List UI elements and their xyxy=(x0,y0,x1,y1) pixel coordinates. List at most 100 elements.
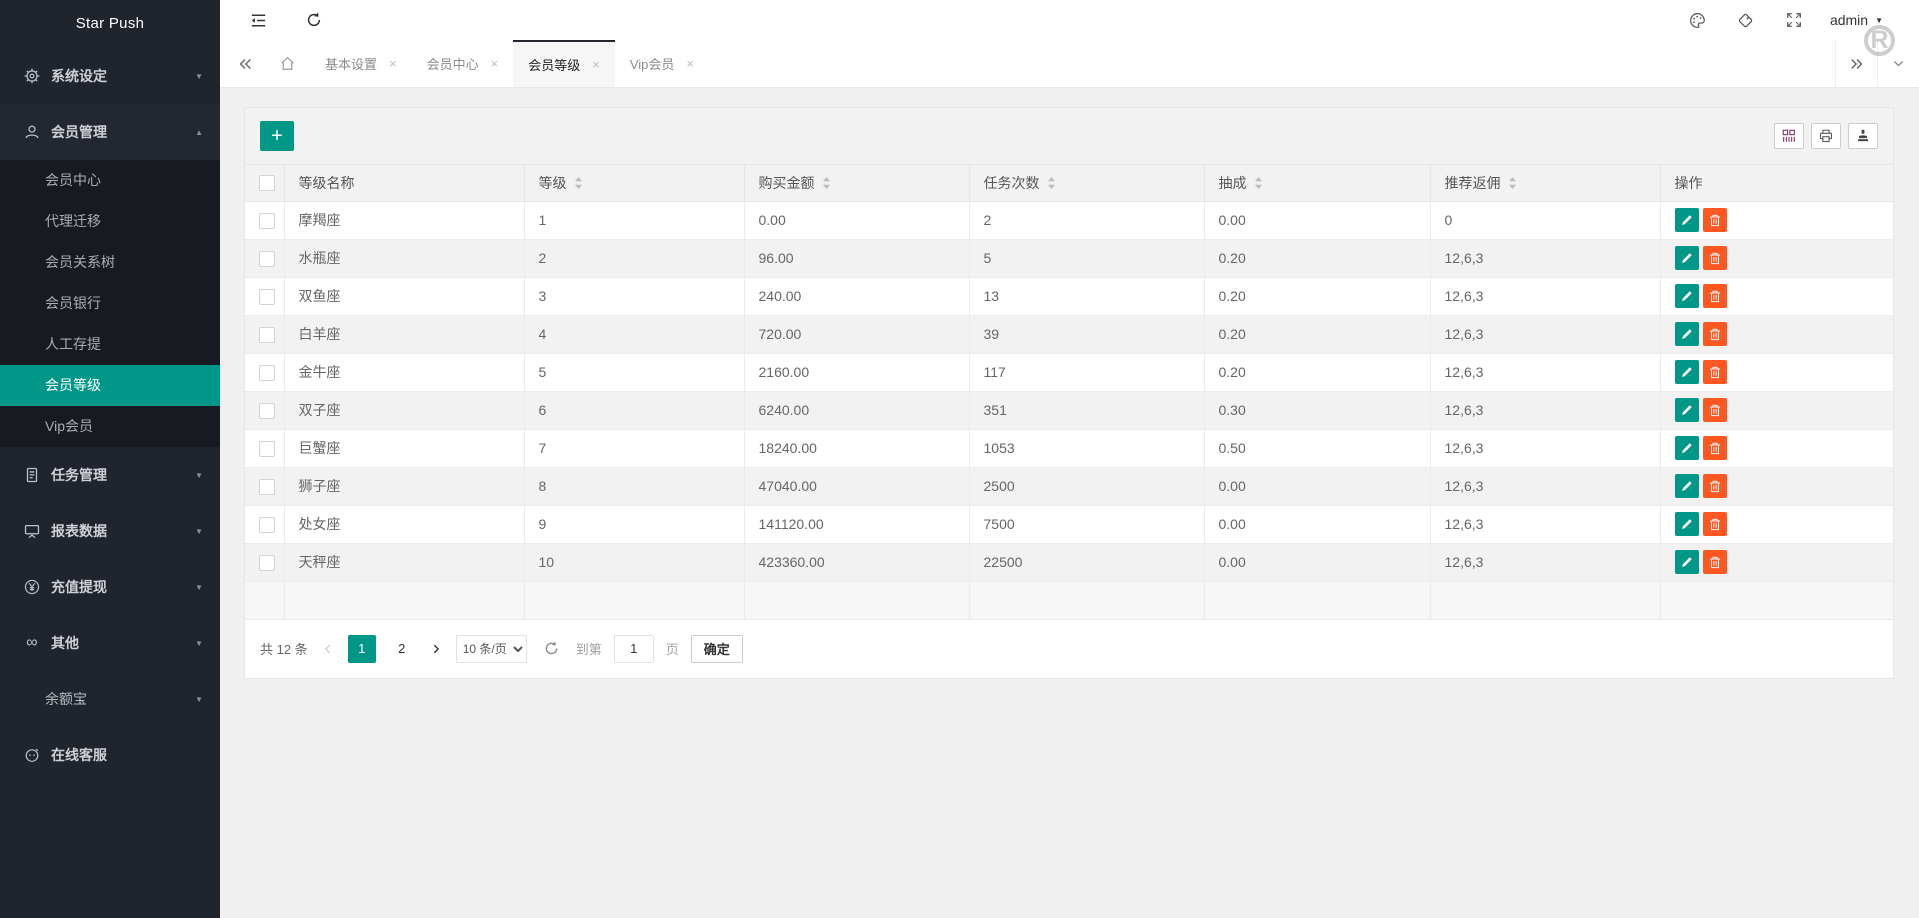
table-row: 摩羯座10.0020.000 xyxy=(245,201,1893,239)
yen-circle-icon xyxy=(22,577,42,597)
chevron-up-icon: ▲ xyxy=(195,128,203,137)
delete-button[interactable] xyxy=(1703,322,1727,346)
tabs-scroll-left-button[interactable] xyxy=(226,40,264,87)
pagination-refresh-icon[interactable] xyxy=(543,640,560,657)
edit-button[interactable] xyxy=(1675,360,1699,384)
sidebar-item-deposit-withdraw[interactable]: 充值提现 ▼ xyxy=(0,559,220,615)
edit-button[interactable] xyxy=(1675,208,1699,232)
page-button-1[interactable]: 1 xyxy=(348,635,376,663)
row-checkbox[interactable] xyxy=(259,479,275,495)
tab-label: Vip会员 xyxy=(630,54,675,73)
theme-palette-icon[interactable] xyxy=(1688,10,1708,30)
chevron-down-icon: ▼ xyxy=(195,695,203,704)
sidebar-item-manual-deposit[interactable]: 人工存提 xyxy=(0,324,220,365)
sidebar-item-system-settings[interactable]: 系统设定 ▼ xyxy=(0,48,220,104)
sidebar-item-member-management[interactable]: 会员管理 ▲ xyxy=(0,104,220,160)
edit-button[interactable] xyxy=(1675,246,1699,270)
delete-button[interactable] xyxy=(1703,284,1727,308)
sidebar-item-agent-migration[interactable]: 代理迁移 xyxy=(0,201,220,242)
edit-button[interactable] xyxy=(1675,436,1699,460)
row-checkbox[interactable] xyxy=(259,213,275,229)
close-icon[interactable]: × xyxy=(592,58,600,71)
export-button[interactable] xyxy=(1848,123,1878,149)
row-checkbox[interactable] xyxy=(259,289,275,305)
sidebar-item-label: 系统设定 xyxy=(51,66,107,86)
sidebar-item-label: 任务管理 xyxy=(51,465,107,485)
select-all-checkbox[interactable] xyxy=(259,175,275,191)
home-icon[interactable] xyxy=(264,40,310,87)
sort-icon xyxy=(1254,176,1263,190)
column-header-name: 等级名称 xyxy=(299,173,355,193)
trash-icon xyxy=(1709,252,1721,265)
tab-label: 会员中心 xyxy=(427,54,479,73)
edit-button[interactable] xyxy=(1675,322,1699,346)
sidebar-item-label: 其他 xyxy=(51,633,79,653)
close-icon[interactable]: × xyxy=(491,57,499,70)
prev-page-button[interactable] xyxy=(320,643,336,655)
edit-button[interactable] xyxy=(1675,474,1699,498)
sidebar-item-task-management[interactable]: 任务管理 ▼ xyxy=(0,447,220,503)
user-menu[interactable]: admin ▼ xyxy=(1830,12,1883,28)
row-checkbox[interactable] xyxy=(259,441,275,457)
content-area: + xyxy=(220,88,1919,918)
edit-button[interactable] xyxy=(1675,284,1699,308)
sidebar-item-member-bank[interactable]: 会员银行 xyxy=(0,283,220,324)
sidebar-item-member-level[interactable]: 会员等级 xyxy=(0,365,220,406)
username-label: admin xyxy=(1830,12,1868,28)
table-row-empty xyxy=(245,581,1893,619)
tab-member-center[interactable]: 会员中心 × xyxy=(412,40,514,87)
goto-page-input[interactable] xyxy=(614,635,654,663)
app-logo: Star Push xyxy=(0,0,220,48)
sidebar-item-member-tree[interactable]: 会员关系树 xyxy=(0,242,220,283)
pencil-icon xyxy=(1681,328,1693,340)
next-page-button[interactable] xyxy=(428,643,444,655)
tab-member-level[interactable]: 会员等级 × xyxy=(513,40,615,87)
edit-button[interactable] xyxy=(1675,550,1699,574)
delete-button[interactable] xyxy=(1703,550,1727,574)
tag-icon[interactable] xyxy=(1736,10,1756,30)
table-header-row: 等级名称 等级 购买金额 任务次数 抽成 推荐返佣 操作 xyxy=(245,165,1893,201)
delete-button[interactable] xyxy=(1703,474,1727,498)
tab-basic-settings[interactable]: 基本设置 × xyxy=(310,40,412,87)
tab-label: 会员等级 xyxy=(528,55,580,74)
page-button-2[interactable]: 2 xyxy=(388,635,416,663)
delete-button[interactable] xyxy=(1703,360,1727,384)
sidebar-item-yuebao[interactable]: 余额宝 ▼ xyxy=(0,671,220,727)
row-checkbox[interactable] xyxy=(259,365,275,381)
chevron-down-icon: ▼ xyxy=(195,471,203,480)
close-icon[interactable]: × xyxy=(389,57,397,70)
edit-button[interactable] xyxy=(1675,512,1699,536)
add-button[interactable]: + xyxy=(260,121,294,151)
pagination-total: 共 12 条 xyxy=(260,639,308,658)
row-checkbox[interactable] xyxy=(259,555,275,571)
row-checkbox[interactable] xyxy=(259,517,275,533)
refresh-icon[interactable] xyxy=(304,10,324,30)
delete-button[interactable] xyxy=(1703,398,1727,422)
edit-button[interactable] xyxy=(1675,398,1699,422)
sidebar-item-vip-member[interactable]: Vip会员 xyxy=(0,406,220,447)
delete-button[interactable] xyxy=(1703,436,1727,460)
column-header-rebate: 推荐返佣 xyxy=(1445,173,1501,193)
delete-button[interactable] xyxy=(1703,246,1727,270)
goto-confirm-button[interactable]: 确定 xyxy=(691,635,743,663)
close-icon[interactable]: × xyxy=(686,57,694,70)
delete-button[interactable] xyxy=(1703,208,1727,232)
tabs-scroll-right-button[interactable] xyxy=(1835,40,1877,87)
page-size-select[interactable]: 10 条/页 xyxy=(456,635,527,663)
sidebar-item-label: 余额宝 xyxy=(45,689,87,709)
sidebar-item-other[interactable]: ∞ 其他 ▼ xyxy=(0,615,220,671)
tabs-menu-chevron-icon[interactable] xyxy=(1877,40,1919,87)
row-checkbox[interactable] xyxy=(259,251,275,267)
sidebar-item-member-center[interactable]: 会员中心 xyxy=(0,160,220,201)
row-checkbox[interactable] xyxy=(259,327,275,343)
tab-vip-member[interactable]: Vip会员 × xyxy=(615,40,709,87)
sidebar-item-report-data[interactable]: 报表数据 ▼ xyxy=(0,503,220,559)
delete-button[interactable] xyxy=(1703,512,1727,536)
fullscreen-icon[interactable] xyxy=(1784,10,1804,30)
columns-filter-button[interactable] xyxy=(1774,123,1804,149)
sidebar-item-online-service[interactable]: 在线客服 xyxy=(0,727,220,783)
row-checkbox[interactable] xyxy=(259,403,275,419)
collapse-menu-icon[interactable] xyxy=(248,10,268,30)
print-button[interactable] xyxy=(1811,123,1841,149)
trash-icon xyxy=(1709,442,1721,455)
